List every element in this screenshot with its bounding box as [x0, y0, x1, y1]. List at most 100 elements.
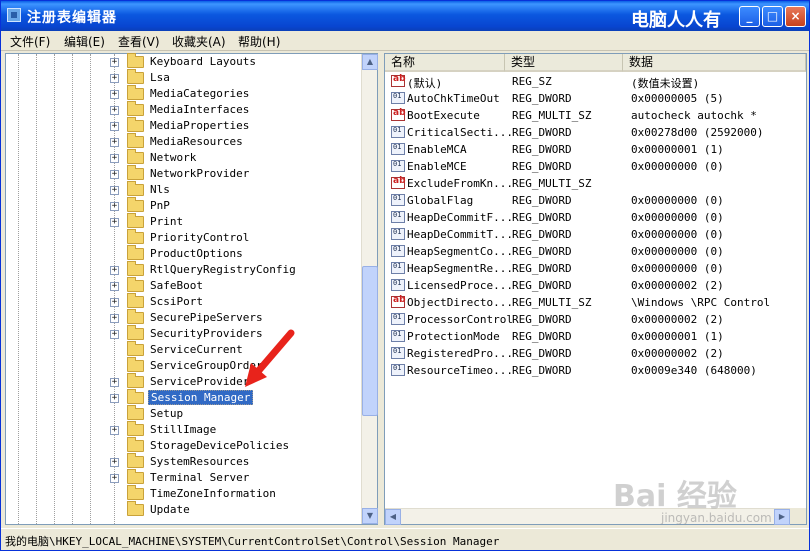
- tree-item-label[interactable]: MediaProperties: [148, 119, 251, 132]
- tree-item[interactable]: ServiceCurrent: [6, 341, 361, 358]
- tree-item[interactable]: ProductOptions: [6, 245, 361, 262]
- tree-item[interactable]: + Network: [6, 149, 361, 166]
- scroll-up-icon[interactable]: ▲: [362, 54, 378, 70]
- tree-item-label[interactable]: Lsa: [148, 71, 172, 84]
- tree-item-label[interactable]: MediaCategories: [148, 87, 251, 100]
- expand-plus-icon[interactable]: +: [110, 106, 119, 115]
- tree-item-label[interactable]: PriorityControl: [148, 231, 251, 244]
- tree-item[interactable]: + ScsiPort: [6, 293, 361, 310]
- value-row[interactable]: ProtectionMode REG_DWORD 0x00000001 (1): [385, 328, 790, 345]
- tree-item-label[interactable]: RtlQueryRegistryConfig: [148, 263, 298, 276]
- scroll-right-icon[interactable]: ▶: [774, 509, 790, 525]
- menu-help[interactable]: 帮助(H): [238, 33, 280, 50]
- tree-item[interactable]: + PnP: [6, 197, 361, 214]
- tree-item-label[interactable]: ServiceProvider: [148, 375, 251, 388]
- tree-item[interactable]: + RtlQueryRegistryConfig: [6, 261, 361, 278]
- tree-item-label[interactable]: Print: [148, 215, 185, 228]
- tree-item-label[interactable]: MediaInterfaces: [148, 103, 251, 116]
- expand-plus-icon[interactable]: +: [110, 170, 119, 179]
- tree-item-label[interactable]: Session Manager: [148, 390, 254, 405]
- tree-item-label[interactable]: SafeBoot: [148, 279, 205, 292]
- expand-plus-icon[interactable]: +: [110, 218, 119, 227]
- tree-item[interactable]: TimeZoneInformation: [6, 485, 361, 502]
- values-pane[interactable]: 名称 类型 数据 (默认)REG_SZ(数值未设置)AutoChkTimeOut…: [384, 53, 807, 525]
- expand-plus-icon[interactable]: +: [110, 330, 119, 339]
- scroll-thumb[interactable]: [362, 266, 378, 416]
- tree-item[interactable]: + MediaInterfaces: [6, 101, 361, 118]
- menu-file[interactable]: 文件(F): [10, 33, 50, 50]
- tree-item-label[interactable]: ServiceCurrent: [148, 343, 245, 356]
- expand-plus-icon[interactable]: +: [110, 58, 119, 67]
- expand-plus-icon[interactable]: +: [110, 474, 119, 483]
- tree-item[interactable]: ServiceGroupOrder: [6, 357, 361, 374]
- tree-item-label[interactable]: Update: [148, 503, 192, 516]
- value-row[interactable]: HeapSegmentCo...REG_DWORD 0x00000000 (0): [385, 243, 790, 260]
- expand-plus-icon[interactable]: +: [110, 266, 119, 275]
- maximize-button[interactable]: □: [762, 6, 783, 27]
- tree-item-label[interactable]: SecurePipeServers: [148, 311, 265, 324]
- tree-item-label[interactable]: Nls: [148, 183, 172, 196]
- value-row[interactable]: ResourceTimeo...REG_DWORD 0x0009e340 (648…: [385, 362, 790, 379]
- tree-item-label[interactable]: Setup: [148, 407, 185, 420]
- tree-vertical-scrollbar[interactable]: ▲ ▼: [361, 54, 378, 524]
- menu-favorites[interactable]: 收藏夹(A): [172, 33, 226, 50]
- tree-item-label[interactable]: ScsiPort: [148, 295, 205, 308]
- expand-plus-icon[interactable]: +: [110, 282, 119, 291]
- tree-item[interactable]: PriorityControl: [6, 229, 361, 246]
- value-row[interactable]: EnableMCE REG_DWORD 0x00000000 (0): [385, 158, 790, 175]
- tree-item-label[interactable]: TimeZoneInformation: [148, 487, 278, 500]
- value-row[interactable]: HeapDeCommitT...REG_DWORD 0x00000000 (0): [385, 226, 790, 243]
- expand-plus-icon[interactable]: +: [110, 74, 119, 83]
- tree-item[interactable]: + ServiceProvider: [6, 373, 361, 390]
- value-row[interactable]: RegisteredPro...REG_DWORD 0x00000002 (2): [385, 345, 790, 362]
- tree-item[interactable]: + SecurePipeServers: [6, 309, 361, 326]
- scroll-down-icon[interactable]: ▼: [362, 508, 378, 524]
- tree-item[interactable]: StorageDevicePolicies: [6, 437, 361, 454]
- tree-item-label[interactable]: PnP: [148, 199, 172, 212]
- column-header-name[interactable]: 名称: [385, 54, 505, 72]
- value-row[interactable]: ExcludeFromKn...REG_MULTI_SZ: [385, 175, 790, 192]
- tree-item-label[interactable]: Network: [148, 151, 198, 164]
- tree-item-label[interactable]: Keyboard Layouts: [148, 55, 258, 68]
- tree-item-label[interactable]: StorageDevicePolicies: [148, 439, 291, 452]
- scroll-left-icon[interactable]: ◀: [385, 509, 401, 525]
- expand-plus-icon[interactable]: +: [110, 458, 119, 467]
- tree-item[interactable]: + NetworkProvider: [6, 165, 361, 182]
- tree-item[interactable]: + MediaResources: [6, 133, 361, 150]
- value-row[interactable]: HeapDeCommitF...REG_DWORD 0x00000000 (0): [385, 209, 790, 226]
- value-row[interactable]: EnableMCA REG_DWORD 0x00000001 (1): [385, 141, 790, 158]
- tree-item[interactable]: Setup: [6, 405, 361, 422]
- column-header-data[interactable]: 数据: [623, 54, 806, 72]
- tree-item[interactable]: + SecurityProviders: [6, 325, 361, 342]
- column-header-type[interactable]: 类型: [505, 54, 623, 72]
- value-row[interactable]: ObjectDirecto...REG_MULTI_SZ \Windows \RP…: [385, 294, 790, 311]
- expand-plus-icon[interactable]: +: [110, 186, 119, 195]
- value-row[interactable]: LicensedProce...REG_DWORD 0x00000002 (2): [385, 277, 790, 294]
- size-grip-icon[interactable]: [790, 508, 806, 524]
- expand-plus-icon[interactable]: +: [110, 378, 119, 387]
- value-row[interactable]: CriticalSecti...REG_DWORD 0x00278d00 (259…: [385, 124, 790, 141]
- expand-plus-icon[interactable]: +: [110, 90, 119, 99]
- tree-item[interactable]: + SystemResources: [6, 453, 361, 470]
- title-bar[interactable]: 注册表编辑器 电脑人人有 _ □ ×: [1, 1, 809, 31]
- value-row[interactable]: GlobalFlag REG_DWORD 0x00000000 (0): [385, 192, 790, 209]
- value-row[interactable]: HeapSegmentRe...REG_DWORD 0x00000000 (0): [385, 260, 790, 277]
- value-row[interactable]: BootExecute REG_MULTI_SZ autocheck autochk…: [385, 107, 790, 124]
- tree-item[interactable]: + SafeBoot: [6, 277, 361, 294]
- tree-item-label[interactable]: MediaResources: [148, 135, 245, 148]
- value-row[interactable]: (默认) REG_SZ (数值未设置): [385, 73, 790, 90]
- expand-plus-icon[interactable]: +: [110, 426, 119, 435]
- tree-item[interactable]: + Session Manager: [6, 389, 361, 406]
- tree-item[interactable]: + MediaProperties: [6, 117, 361, 134]
- expand-plus-icon[interactable]: +: [110, 138, 119, 147]
- expand-plus-icon[interactable]: +: [110, 298, 119, 307]
- tree-item-label[interactable]: SystemResources: [148, 455, 251, 468]
- tree-item[interactable]: + Lsa: [6, 69, 361, 86]
- value-row[interactable]: AutoChkTimeOut REG_DWORD 0x00000005 (5): [385, 90, 790, 107]
- value-row[interactable]: ProcessorControlREG_DWORD 0x00000002 (2): [385, 311, 790, 328]
- tree-item[interactable]: + StillImage: [6, 421, 361, 438]
- menu-edit[interactable]: 编辑(E): [64, 33, 105, 50]
- tree-item[interactable]: + Terminal Server: [6, 469, 361, 486]
- tree-item[interactable]: Update: [6, 501, 361, 518]
- tree-item-label[interactable]: ProductOptions: [148, 247, 245, 260]
